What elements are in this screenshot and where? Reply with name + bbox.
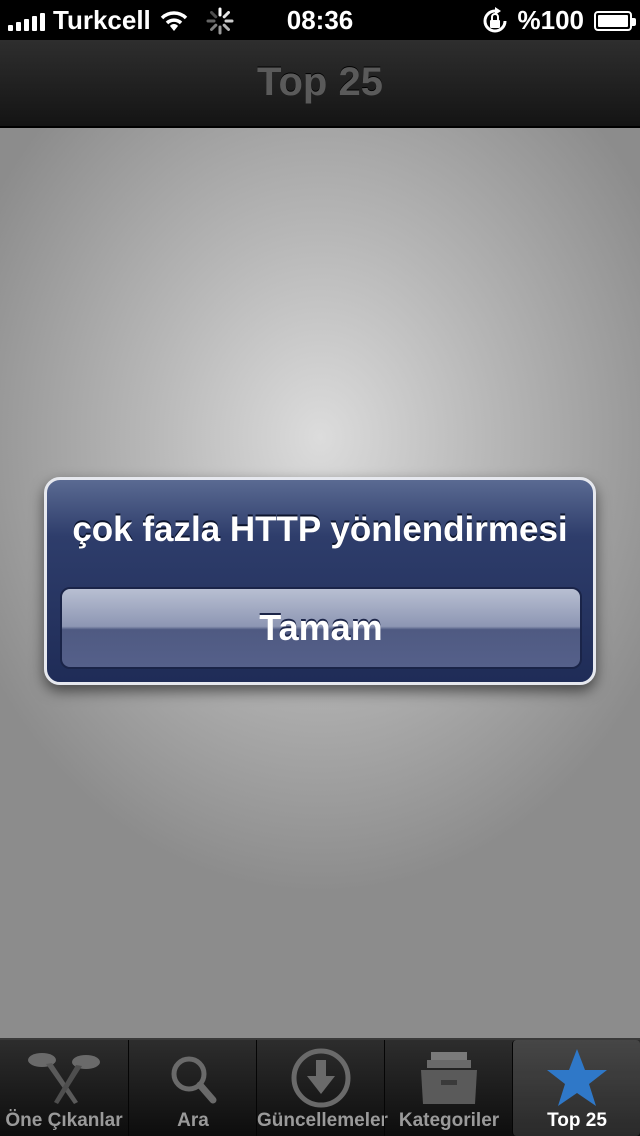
tab-label: Güncellemeler: [257, 1110, 388, 1131]
ok-button[interactable]: Tamam: [60, 587, 582, 669]
tab-label: Öne Çıkanlar: [5, 1110, 123, 1131]
orientation-lock-icon: [483, 6, 506, 32]
status-bar: Turkcell 08:36 %100: [0, 0, 640, 40]
tab-featured[interactable]: Öne Çıkanlar: [0, 1040, 128, 1136]
featured-icon: [28, 1053, 100, 1104]
tab-label: Top 25: [547, 1110, 607, 1131]
alert-message: çok fazla HTTP yönlendirmesi: [72, 510, 568, 549]
tab-search[interactable]: Ara: [128, 1040, 256, 1136]
search-icon: [171, 1056, 217, 1104]
tab-updates[interactable]: Güncellemeler: [256, 1040, 388, 1136]
navigation-bar: Top 25: [0, 40, 640, 128]
star-icon: [547, 1049, 607, 1106]
status-right: %100: [480, 5, 636, 36]
alert-dialog: çok fazla HTTP yönlendirmesi Tamam: [44, 477, 596, 685]
categories-icon: [421, 1052, 477, 1104]
tab-bar: Öne Çıkanlar Ara Güncellemeler Kategoril…: [0, 1038, 640, 1136]
battery-percent: %100: [517, 5, 585, 35]
tab-top25[interactable]: Top 25: [512, 1040, 640, 1136]
page-title: Top 25: [257, 60, 383, 104]
tab-label: Ara: [177, 1110, 209, 1131]
updates-icon: [291, 1048, 351, 1108]
tab-label: Kategoriler: [398, 1110, 500, 1131]
tab-categories[interactable]: Kategoriler: [384, 1040, 512, 1136]
battery-icon: [594, 10, 636, 31]
